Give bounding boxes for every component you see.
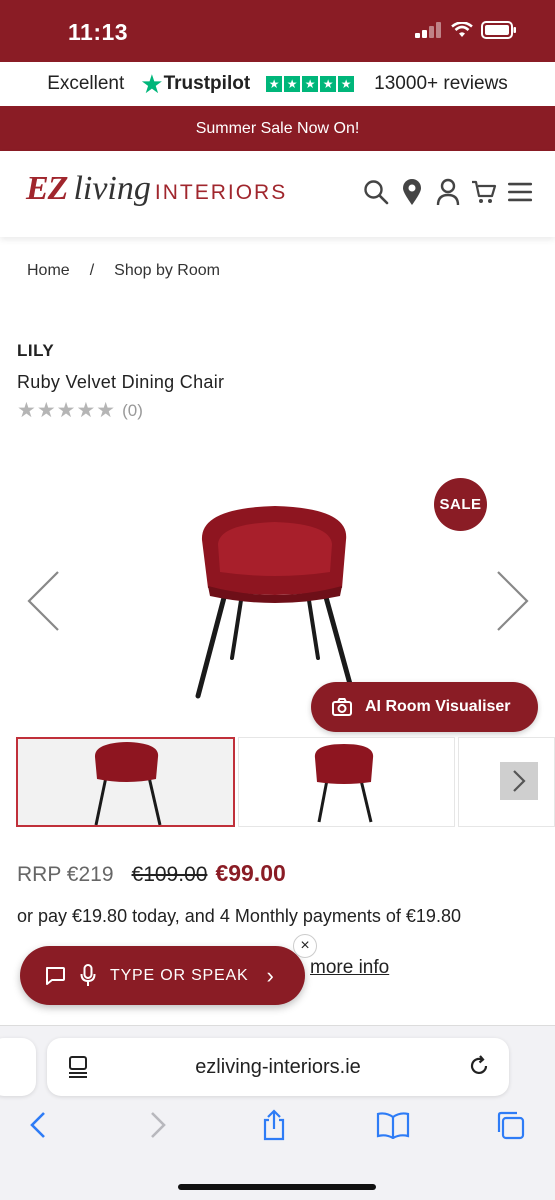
- signal-icon: [415, 22, 441, 38]
- address-bar[interactable]: ezliving-interiors.ie: [47, 1038, 509, 1096]
- site-header: EZ living INTERIORS: [0, 151, 555, 237]
- gallery-next-arrow-icon[interactable]: [494, 570, 530, 632]
- trustpilot-star-box-icon: ★: [302, 76, 319, 92]
- reload-icon[interactable]: [467, 1054, 491, 1078]
- rating-stars: ★★★★★: [17, 399, 117, 422]
- chat-close-icon[interactable]: ×: [293, 934, 317, 958]
- rating-count: (0): [122, 400, 143, 420]
- url-text: ezliving-interiors.ie: [195, 1055, 361, 1078]
- breadcrumb-separator: /: [89, 262, 95, 279]
- trustpilot-star-box-icon: ★: [266, 76, 283, 92]
- search-icon[interactable]: [363, 177, 389, 207]
- installment-text: or pay €19.80 today, and 4 Monthly payme…: [17, 906, 461, 926]
- trustpilot-stars: ★ ★ ★ ★ ★: [266, 76, 355, 92]
- wifi-icon: [451, 22, 473, 37]
- menu-icon[interactable]: [507, 177, 533, 207]
- sale-price: €99.00: [215, 860, 286, 886]
- trustpilot-rating-word: Excellent: [47, 73, 125, 94]
- trustpilot-reviews: 13000+ reviews: [374, 73, 508, 94]
- sale-badge: SALE: [434, 478, 487, 531]
- site-logo[interactable]: EZ living INTERIORS: [26, 170, 287, 208]
- status-icons: [415, 21, 517, 39]
- home-indicator: [178, 1184, 376, 1190]
- breadcrumb-home[interactable]: Home: [27, 262, 70, 280]
- browser-nav: [0, 1108, 555, 1148]
- price-row: RRP €219 €109.00 €99.00: [17, 860, 286, 887]
- trustpilot-star-box-icon: ★: [284, 76, 301, 92]
- chat-widget-button[interactable]: TYPE OR SPEAK ›: [20, 946, 305, 1005]
- tabs-icon[interactable]: [493, 1108, 527, 1142]
- cart-icon[interactable]: [471, 177, 497, 207]
- was-price: €109.00: [131, 863, 208, 886]
- location-pin-icon[interactable]: [399, 177, 425, 207]
- ai-room-visualiser-label: AI Room Visualiser: [365, 698, 511, 715]
- camera-icon: [332, 698, 352, 716]
- product-title: Ruby Velvet Dining Chair: [17, 372, 225, 392]
- trustpilot-star-box-icon: ★: [338, 76, 355, 92]
- breadcrumb-shop-by-room[interactable]: Shop by Room: [114, 262, 220, 280]
- forward-icon[interactable]: [141, 1108, 175, 1142]
- bookmarks-icon[interactable]: [376, 1108, 410, 1142]
- product-rating[interactable]: ★★★★★ (0): [17, 398, 143, 423]
- logo-interiors: INTERIORS: [154, 181, 288, 204]
- thumbnail-strip: [16, 737, 555, 828]
- battery-icon: [481, 21, 516, 39]
- rrp-price: RRP €219: [17, 863, 114, 886]
- breadcrumb: Home / Shop by Room: [27, 262, 220, 280]
- chat-bubble-icon: [46, 966, 65, 985]
- status-time: 11:13: [68, 19, 129, 45]
- page-settings-icon[interactable]: [67, 1055, 89, 1079]
- thumbnail-chair-image: [314, 744, 374, 823]
- chat-widget-label: TYPE OR SPEAK: [110, 966, 249, 984]
- chevron-right-icon: ›: [266, 962, 275, 988]
- promo-banner[interactable]: Summer Sale Now On!: [0, 106, 555, 151]
- thumbnail-chair-image: [94, 742, 162, 825]
- more-info-link[interactable]: more info: [310, 957, 389, 979]
- thumbnail-next-icon[interactable]: [500, 762, 538, 800]
- account-icon[interactable]: [435, 177, 461, 207]
- microphone-icon: [80, 963, 96, 986]
- back-icon[interactable]: [21, 1108, 55, 1142]
- trustpilot-star-icon: ★: [140, 69, 164, 99]
- logo-living: living: [73, 170, 151, 207]
- gallery-prev-arrow-icon[interactable]: [26, 570, 62, 632]
- trustpilot-star-box-icon: ★: [320, 76, 337, 92]
- thumbnail-1[interactable]: [16, 737, 235, 827]
- header-icons: [363, 177, 533, 207]
- product-main-image[interactable]: [190, 500, 360, 700]
- share-icon[interactable]: [257, 1108, 291, 1142]
- browser-toolbar: ezliving-interiors.ie: [0, 1025, 555, 1200]
- trustpilot-brand: Trustpilot: [163, 73, 251, 94]
- status-bar: 11:13: [0, 0, 555, 62]
- previous-tab[interactable]: [0, 1038, 36, 1096]
- product-brand: LILY: [17, 341, 55, 360]
- logo-ez: EZ: [26, 170, 68, 207]
- ai-room-visualiser-button[interactable]: AI Room Visualiser: [311, 682, 538, 732]
- thumbnail-2[interactable]: [238, 737, 455, 827]
- trustpilot-bar[interactable]: Excellent ★ Trustpilot ★ ★ ★ ★ ★ 13000+ …: [0, 62, 555, 106]
